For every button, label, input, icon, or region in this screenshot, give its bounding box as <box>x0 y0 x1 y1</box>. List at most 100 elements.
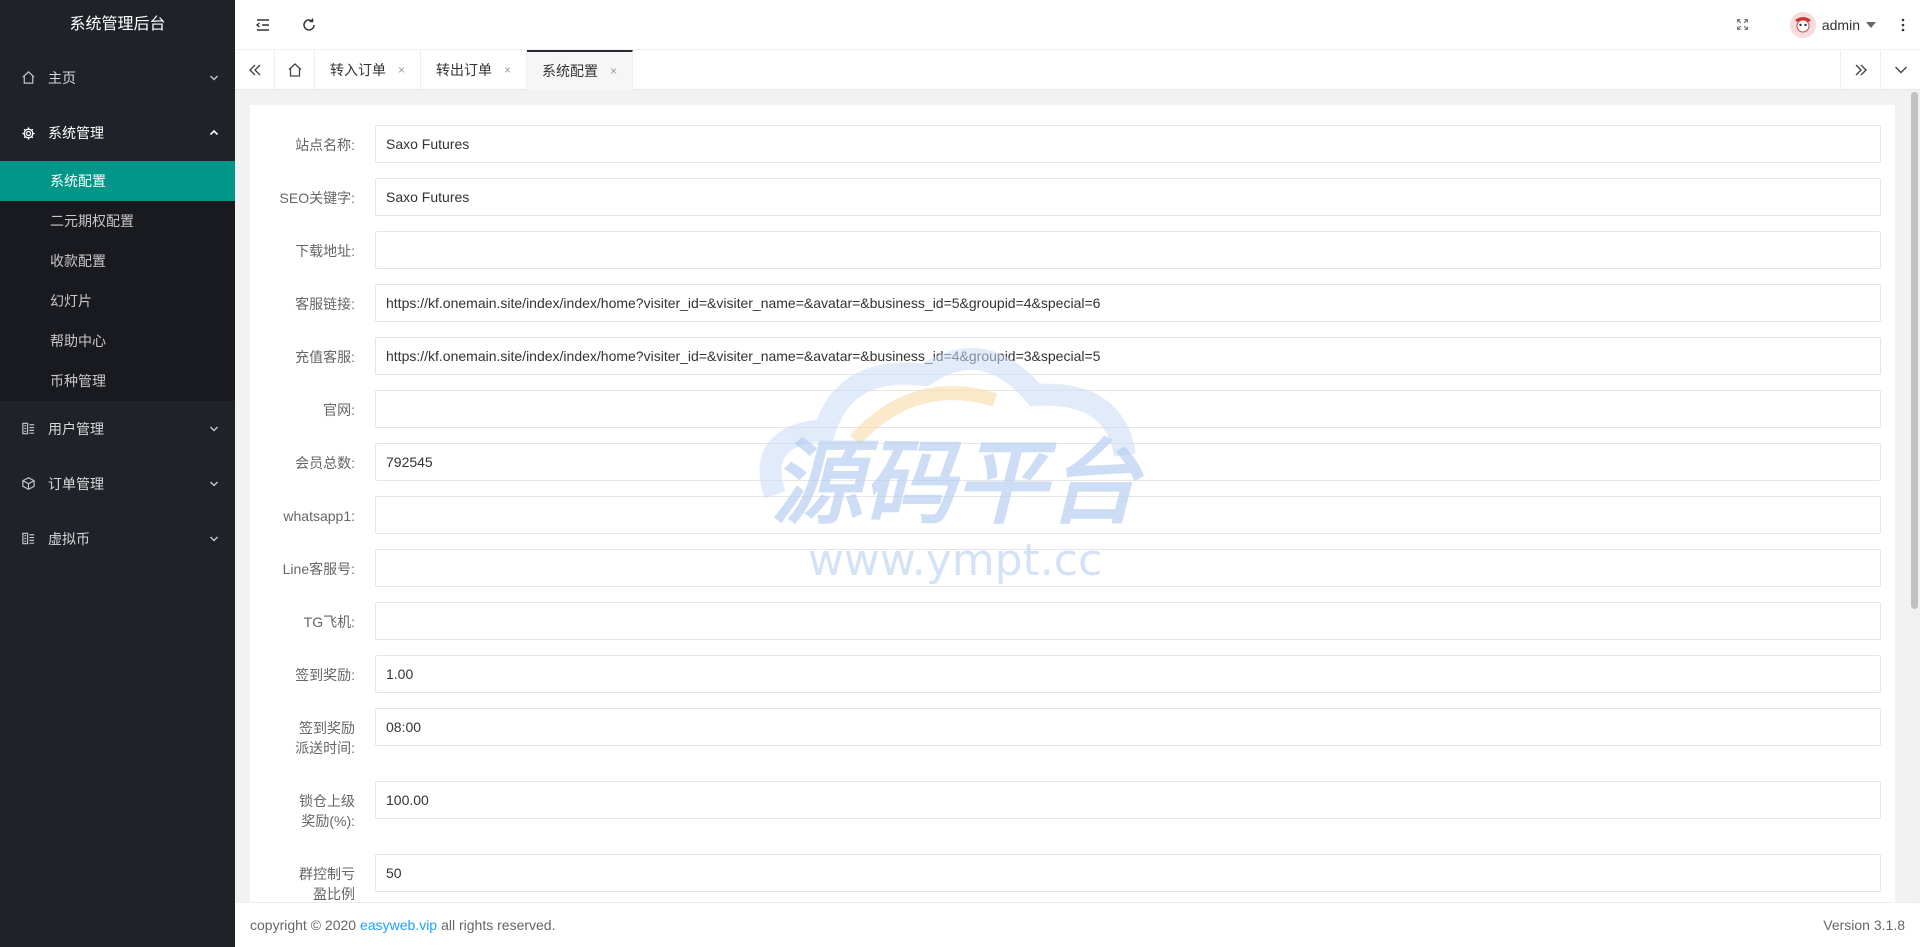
group-profit-ratio-input[interactable] <box>375 854 1881 892</box>
sidebar: 系统管理后台 主页 系统管理 系统配置 二元期权配置 收款配置 幻灯片 帮助中心… <box>0 0 235 947</box>
refresh-button[interactable] <box>286 0 332 50</box>
list-icon <box>20 531 36 547</box>
gear-icon <box>20 125 36 141</box>
chevron-down-icon <box>209 425 219 432</box>
fullscreen-button[interactable] <box>1720 0 1766 50</box>
sidebar-item-label: 系统管理 <box>48 125 104 141</box>
tab-bar: 转入订单 × 转出订单 × 系统配置 × <box>235 50 1920 90</box>
form-row-seo-keywords: SEO关键字: <box>250 178 1895 216</box>
field-label: 签到奖励: <box>295 667 355 683</box>
chevron-down-icon <box>209 480 219 487</box>
sidebar-subitem-payment-config[interactable]: 收款配置 <box>0 241 235 281</box>
double-chevron-left-icon <box>248 64 260 76</box>
close-icon[interactable]: × <box>504 50 511 90</box>
field-label: SEO关键字: <box>279 190 355 206</box>
form-row-official-site: 官网: <box>250 390 1895 428</box>
chevron-down-icon <box>209 74 219 81</box>
service-link-input[interactable] <box>375 284 1881 322</box>
whatsapp-input[interactable] <box>375 496 1881 534</box>
tab-label: 转入订单 <box>330 62 386 78</box>
field-label: 站点名称: <box>295 137 355 153</box>
app-logo: 系统管理后台 <box>69 16 166 33</box>
form-row-service-link: 客服链接: <box>250 284 1895 322</box>
field-label: 客服链接: <box>295 296 355 312</box>
sidebar-item-users[interactable]: 用户管理 <box>0 401 235 456</box>
form-row-telegram: TG飞机: <box>250 602 1895 640</box>
chevron-down-icon <box>209 535 219 542</box>
form-row-site-name: 站点名称: <box>250 125 1895 163</box>
menu-fold-icon <box>255 18 269 31</box>
telegram-input[interactable] <box>375 602 1881 640</box>
sidebar-item-crypto[interactable]: 虚拟币 <box>0 511 235 566</box>
top-header: admin <box>235 0 1920 50</box>
field-label: whatsapp1: <box>283 508 355 524</box>
tab-transfer-out[interactable]: 转出订单 × <box>421 50 528 90</box>
double-chevron-right-icon <box>1855 64 1867 76</box>
tabs-scroll-left-button[interactable] <box>235 50 275 90</box>
field-label: Line客服号: <box>282 561 355 577</box>
version-label: Version 3.1.8 <box>1823 917 1905 933</box>
field-label: 会员总数: <box>295 455 355 471</box>
main-content: 站点名称: SEO关键字: 下载地址: 客服链接: 充值客服: 官网: 会员总数… <box>235 90 1909 902</box>
sidebar-subitem-system-config[interactable]: 系统配置 <box>0 161 235 201</box>
field-label: 下载地址: <box>295 243 355 259</box>
field-label: TG飞机: <box>303 614 355 630</box>
home-icon <box>20 70 36 86</box>
site-name-input[interactable] <box>375 125 1881 163</box>
copyright-suffix: all rights reserved. <box>441 917 556 933</box>
cube-icon <box>20 476 36 492</box>
sidebar-item-home[interactable]: 主页 <box>0 50 235 105</box>
footer-link[interactable]: easyweb.vip <box>360 917 437 933</box>
tab-label: 转出订单 <box>436 62 493 78</box>
tab-home[interactable] <box>275 50 315 90</box>
close-icon[interactable]: × <box>610 52 617 90</box>
close-icon[interactable]: × <box>398 50 405 90</box>
fullscreen-icon <box>1737 19 1749 30</box>
sidebar-subitem-binary-options[interactable]: 二元期权配置 <box>0 201 235 241</box>
menu-fold-button[interactable] <box>240 0 286 50</box>
seo-keywords-input[interactable] <box>375 178 1881 216</box>
checkin-time-input[interactable] <box>375 708 1881 746</box>
tabs-scroll-right-button[interactable] <box>1840 50 1880 90</box>
form-row-checkin-time: 签到奖励派送时间: <box>250 708 1895 758</box>
sidebar-subitem-slideshow[interactable]: 幻灯片 <box>0 281 235 321</box>
tab-system-config[interactable]: 系统配置 × <box>527 50 634 90</box>
form-row-recharge-service: 充值客服: <box>250 337 1895 375</box>
recharge-service-input[interactable] <box>375 337 1881 375</box>
official-site-input[interactable] <box>375 390 1881 428</box>
avatar <box>1789 11 1816 38</box>
tab-label: 系统配置 <box>542 63 599 79</box>
content-scrollbar[interactable] <box>1909 90 1920 902</box>
line-service-input[interactable] <box>375 549 1881 587</box>
caret-down-icon <box>1866 21 1876 28</box>
sidebar-subnav-system: 系统配置 二元期权配置 收款配置 幻灯片 帮助中心 币种管理 <box>0 161 235 401</box>
field-label: 官网: <box>323 402 355 418</box>
download-url-input[interactable] <box>375 231 1881 269</box>
form-row-checkin-reward: 签到奖励: <box>250 655 1895 693</box>
tabs-dropdown-button[interactable] <box>1880 50 1920 90</box>
form-row-line-service: Line客服号: <box>250 549 1895 587</box>
footer: copyright © 2020 easyweb.vip all rights … <box>235 902 1920 947</box>
lock-reward-input[interactable] <box>375 781 1881 819</box>
sidebar-item-label: 虚拟币 <box>48 530 90 547</box>
copyright-prefix: copyright © 2020 <box>250 917 357 933</box>
user-menu[interactable]: admin <box>1780 0 1886 50</box>
form-row-member-total: 会员总数: <box>250 443 1895 481</box>
member-total-input[interactable] <box>375 443 1881 481</box>
form-row-whatsapp: whatsapp1: <box>250 496 1895 534</box>
field-label: 充值客服: <box>295 349 355 365</box>
sidebar-subitem-currency[interactable]: 币种管理 <box>0 361 235 401</box>
user-name: admin <box>1821 16 1860 33</box>
more-vertical-icon <box>1901 18 1905 31</box>
sidebar-item-system[interactable]: 系统管理 <box>0 105 235 161</box>
sidebar-item-label: 主页 <box>48 69 76 86</box>
chevron-down-icon <box>1894 66 1907 74</box>
checkin-reward-input[interactable] <box>375 655 1881 693</box>
scrollbar-thumb[interactable] <box>1911 92 1918 609</box>
tab-transfer-in[interactable]: 转入订单 × <box>315 50 422 90</box>
sidebar-item-orders[interactable]: 订单管理 <box>0 456 235 511</box>
sidebar-subitem-help-center[interactable]: 帮助中心 <box>0 321 235 361</box>
form-row-lock-reward: 锁仓上级奖励(%): <box>250 781 1895 831</box>
more-button[interactable] <box>1886 0 1920 50</box>
refresh-icon <box>303 18 315 31</box>
